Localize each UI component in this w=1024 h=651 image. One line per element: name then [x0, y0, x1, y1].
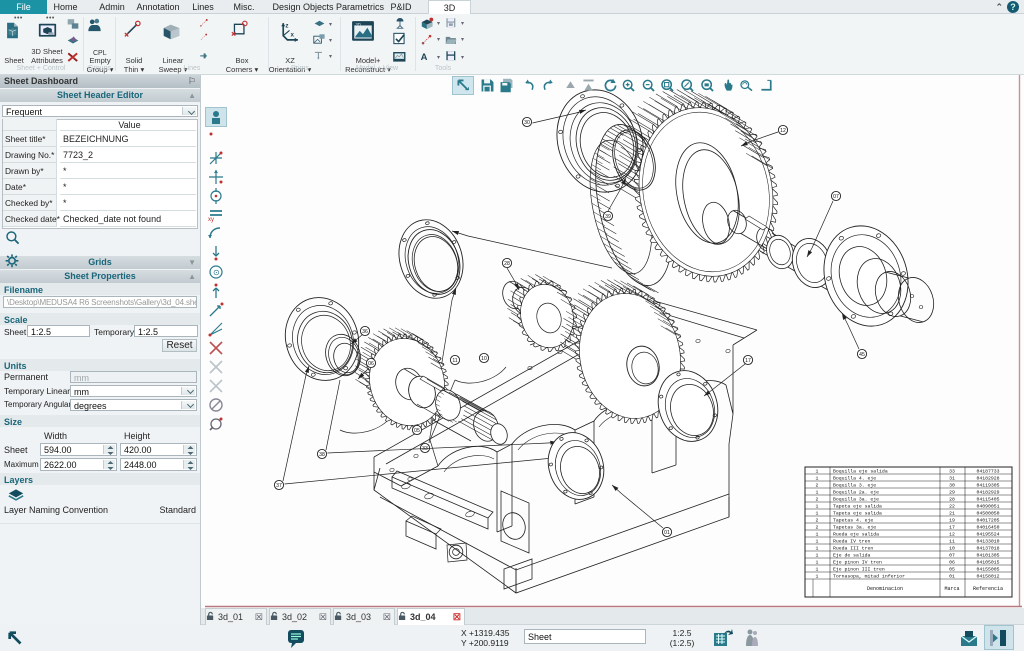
- svg-text:07: 07: [949, 552, 955, 558]
- svg-text:31: 31: [949, 475, 955, 481]
- svg-text:04016450: 04016450: [976, 524, 999, 530]
- svg-text:04500050: 04500050: [976, 510, 999, 516]
- svg-text:04158012: 04158012: [976, 573, 999, 579]
- svg-text:Boquilla 4. eje: Boquilla 4. eje: [833, 475, 876, 481]
- svg-text:04182928: 04182928: [976, 475, 999, 481]
- svg-text:33: 33: [949, 468, 955, 474]
- svg-text:17: 17: [949, 524, 955, 530]
- svg-text:Eje pinon IV tren: Eje pinon IV tren: [833, 559, 882, 565]
- svg-text:01: 01: [664, 530, 670, 536]
- svg-text:29: 29: [949, 489, 955, 495]
- svg-text:38: 38: [319, 452, 325, 458]
- svg-text:39: 39: [605, 214, 611, 220]
- svg-text:Boquilla 3a. eje: Boquilla 3a. eje: [833, 496, 879, 502]
- svg-text:10: 10: [949, 545, 955, 551]
- svg-text:04187733: 04187733: [976, 468, 999, 474]
- svg-text:04090051: 04090051: [976, 503, 999, 509]
- svg-text:30: 30: [524, 120, 530, 126]
- svg-text:22: 22: [949, 503, 955, 509]
- svg-text:Rueda III tren: Rueda III tren: [833, 545, 873, 551]
- svg-text:37: 37: [276, 483, 282, 489]
- svg-text:Boquilla 2a. eje: Boquilla 2a. eje: [833, 489, 879, 495]
- svg-text:1: 1: [816, 538, 819, 544]
- svg-text:2: 2: [816, 496, 819, 502]
- svg-text:Denominacion: Denominacion: [867, 586, 903, 592]
- svg-text:Marca: Marca: [944, 586, 959, 592]
- svg-text:1: 1: [816, 503, 819, 509]
- svg-text:1: 1: [816, 531, 819, 537]
- svg-text:Tapetas 4. eje: Tapetas 4. eje: [833, 517, 873, 523]
- svg-text:30: 30: [949, 482, 955, 488]
- svg-text:04101305: 04101305: [976, 552, 999, 558]
- svg-text:12: 12: [780, 128, 786, 134]
- svg-text:1: 1: [816, 468, 819, 474]
- svg-text:11: 11: [949, 538, 955, 544]
- svg-text:Eje pinon III tren: Eje pinon III tren: [833, 566, 885, 572]
- svg-text:01: 01: [949, 573, 955, 579]
- svg-text:12: 12: [949, 531, 955, 537]
- svg-text:17: 17: [745, 358, 751, 364]
- svg-text:Referencia: Referencia: [973, 586, 1003, 592]
- svg-text:04119305: 04119305: [976, 482, 999, 488]
- svg-text:04017205: 04017205: [976, 517, 999, 523]
- svg-text:19: 19: [949, 517, 955, 523]
- svg-text:28: 28: [504, 261, 510, 267]
- svg-text:06: 06: [368, 361, 374, 367]
- svg-text:Tornasopa, mitad inferior: Tornasopa, mitad inferior: [833, 573, 905, 579]
- svg-text:Boquilla eje salida: Boquilla eje salida: [833, 468, 888, 474]
- svg-text:05: 05: [414, 428, 420, 434]
- svg-text:1: 1: [816, 545, 819, 551]
- svg-text:Boquilla 3. eje: Boquilla 3. eje: [833, 482, 876, 488]
- svg-text:36: 36: [362, 329, 368, 335]
- svg-text:Tapeta eje salida: Tapeta eje salida: [833, 510, 882, 516]
- svg-text:Rueda IV tren: Rueda IV tren: [833, 538, 871, 544]
- svg-text:10: 10: [481, 356, 487, 362]
- svg-text:1: 1: [816, 566, 819, 572]
- svg-text:11: 11: [452, 358, 457, 364]
- svg-text:1: 1: [816, 559, 819, 565]
- svg-text:1: 1: [816, 489, 819, 495]
- svg-text:1: 1: [816, 475, 819, 481]
- svg-text:1: 1: [816, 552, 819, 558]
- svg-text:04155005: 04155005: [976, 566, 999, 572]
- svg-text:04115405: 04115405: [976, 496, 999, 502]
- svg-text:04133010: 04133010: [976, 538, 999, 544]
- svg-text:28: 28: [949, 496, 955, 502]
- svg-text:2: 2: [816, 482, 819, 488]
- svg-text:Tapetas 3a. eje: Tapetas 3a. eje: [833, 524, 876, 530]
- svg-text:Eje de salida: Eje de salida: [833, 552, 871, 558]
- svg-text:⊙: ⊙: [213, 268, 220, 277]
- svg-text:04195524: 04195524: [976, 531, 999, 537]
- svg-text:1: 1: [816, 510, 819, 516]
- svg-text:45: 45: [859, 352, 865, 358]
- svg-text:2: 2: [816, 517, 819, 523]
- svg-text:04105015: 04105015: [976, 559, 999, 565]
- svg-text:1: 1: [816, 573, 819, 579]
- svg-text:05: 05: [949, 566, 955, 572]
- svg-text:04182929: 04182929: [976, 489, 999, 495]
- svg-text:Tapeta eje salida: Tapeta eje salida: [833, 503, 882, 509]
- svg-text:xy: xy: [208, 217, 214, 223]
- svg-text:06: 06: [949, 559, 955, 565]
- svg-text:04137018: 04137018: [976, 545, 999, 551]
- svg-text:2: 2: [816, 524, 819, 530]
- svg-text:Rueda eje salida: Rueda eje salida: [833, 531, 879, 537]
- svg-text:07: 07: [833, 194, 839, 200]
- svg-text:21: 21: [949, 510, 955, 516]
